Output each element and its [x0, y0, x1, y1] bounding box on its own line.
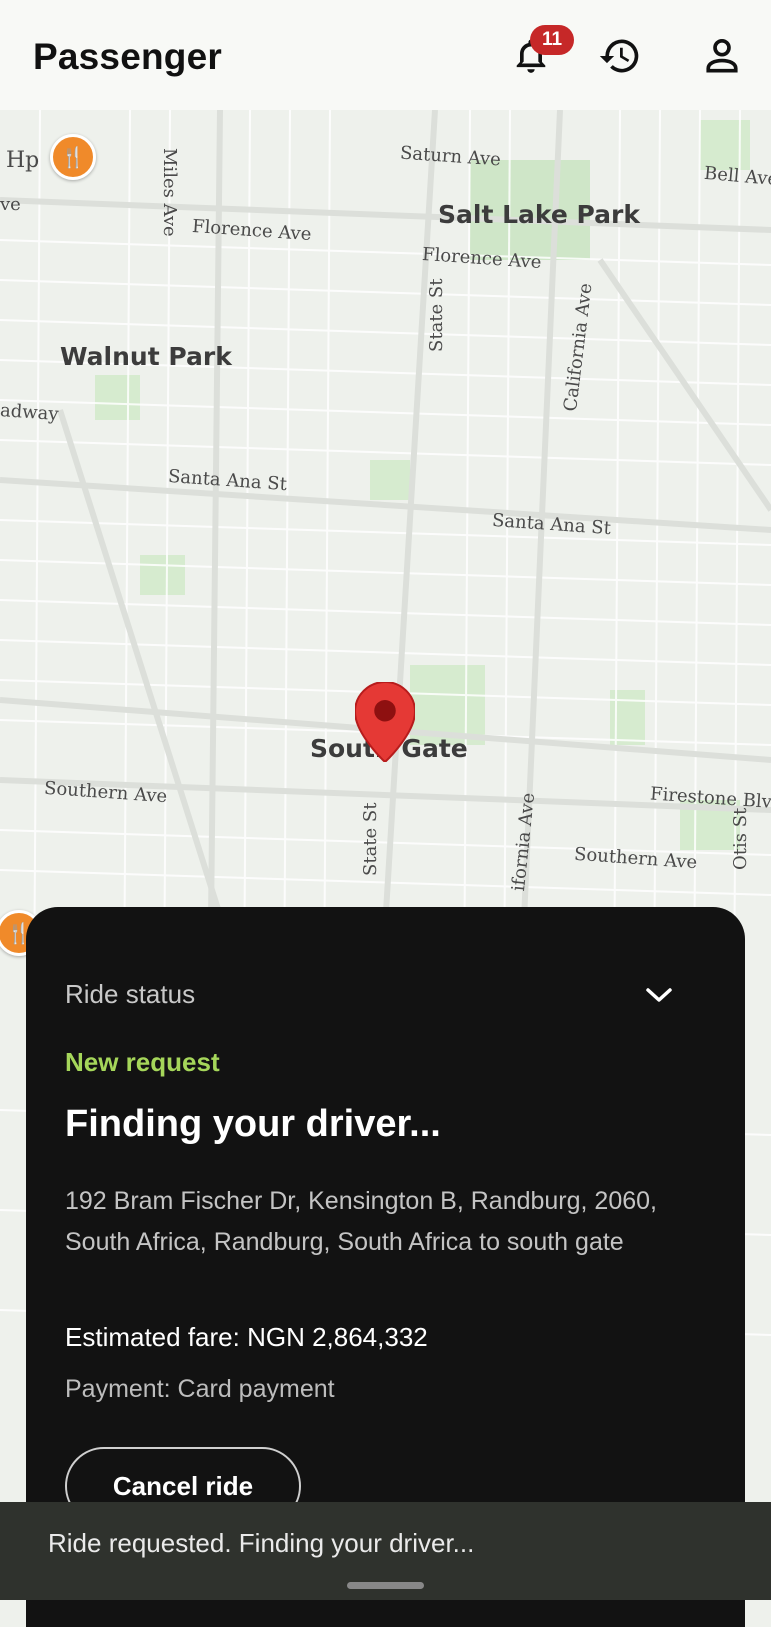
- estimated-fare: Estimated fare: NGN 2,864,332: [65, 1322, 428, 1352]
- area-label: Salt Lake Park: [438, 200, 640, 229]
- ride-status-label: New request: [65, 1047, 220, 1077]
- snackbar: Ride requested. Finding your driver...: [0, 1502, 771, 1600]
- map-label: ve: [0, 194, 21, 215]
- map-label: adway: [0, 399, 60, 426]
- payment-method: Payment: Card payment: [65, 1375, 335, 1403]
- map-label: Otis St: [730, 807, 751, 870]
- notification-count-badge: 11: [530, 25, 574, 55]
- area-label: Walnut Park: [60, 342, 232, 371]
- status-headline: Finding your driver...: [65, 1103, 441, 1145]
- route-description: 192 Bram Fischer Dr, Kensington B, Randb…: [65, 1187, 657, 1256]
- map-label: State St: [426, 278, 447, 352]
- restaurant-poi-icon[interactable]: 🍴: [50, 134, 96, 180]
- sheet-title: Ride status: [65, 979, 196, 1009]
- gesture-handle[interactable]: [347, 1582, 424, 1589]
- map-label: Miles Ave: [159, 148, 180, 237]
- history-icon[interactable]: [598, 34, 642, 78]
- chevron-down-icon[interactable]: [644, 985, 674, 1005]
- page-title: Passenger: [33, 36, 222, 77]
- map-label: State St: [360, 802, 381, 876]
- profile-icon[interactable]: [700, 34, 744, 78]
- snackbar-message: Ride requested. Finding your driver...: [48, 1528, 475, 1558]
- map-label: Hp: [6, 148, 40, 173]
- location-pin-icon[interactable]: [355, 682, 415, 762]
- app-bar: Passenger 11: [0, 0, 771, 110]
